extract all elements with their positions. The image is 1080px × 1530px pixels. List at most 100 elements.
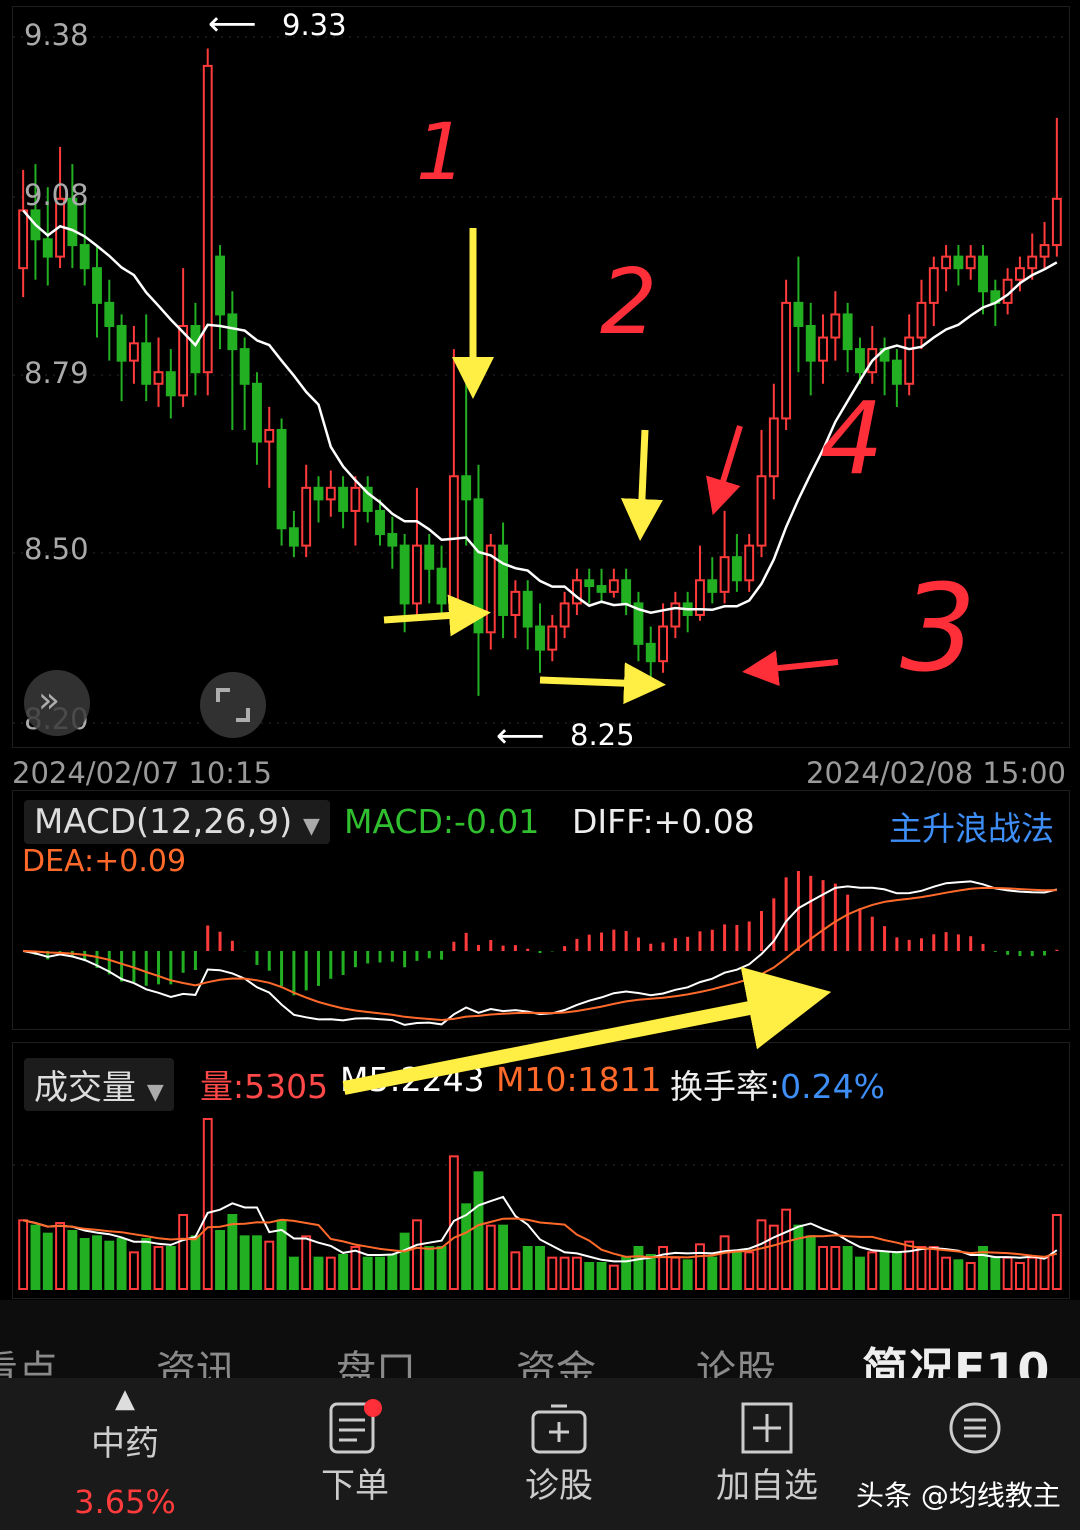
candle-body <box>387 533 398 547</box>
dropdown-icon: ▼ <box>146 1080 164 1105</box>
candle-body <box>165 371 176 397</box>
volume-bar <box>399 1232 410 1291</box>
volume-bar <box>744 1251 755 1290</box>
volume-bar <box>670 1256 681 1291</box>
volume-bar <box>510 1251 521 1290</box>
candle-body <box>830 313 841 339</box>
candle-body <box>793 301 804 327</box>
strategy-link[interactable]: 主升浪战法 <box>889 802 1054 850</box>
candle-body <box>756 475 767 547</box>
volume-bar <box>42 1232 53 1291</box>
diagnose-button[interactable]: 诊股 <box>494 1398 624 1507</box>
expand-left-button[interactable]: » <box>24 670 90 736</box>
tab-discussion[interactable]: 论股 <box>696 1338 776 1378</box>
volume-bar <box>412 1219 422 1290</box>
candle-body <box>461 475 472 501</box>
candle-body <box>953 255 964 270</box>
fullscreen-button[interactable] <box>200 672 266 738</box>
tab-news[interactable]: 资讯 <box>156 1338 236 1378</box>
turnover-rate: 换手率:0.24% <box>670 1060 885 1108</box>
volume-bar <box>559 1256 570 1291</box>
dropdown-icon: ▼ <box>303 814 320 839</box>
candle-body <box>276 429 287 530</box>
candle-body <box>412 544 422 605</box>
volume-bar <box>18 1219 29 1290</box>
price-label-3: 8.79 <box>24 356 89 390</box>
volume-bar <box>264 1240 275 1291</box>
volume-bar <box>731 1251 742 1290</box>
volume-bar <box>965 1262 976 1290</box>
volume-bar <box>793 1224 804 1291</box>
volume-bar <box>916 1246 927 1290</box>
candle-body <box>768 417 779 478</box>
candle-body <box>288 527 299 547</box>
volume-bar <box>879 1251 890 1290</box>
candle-body <box>18 209 29 270</box>
volume-bar <box>301 1235 312 1290</box>
volume-bar <box>867 1251 878 1290</box>
macd-selector[interactable]: MACD(12,26,9) ▼ <box>24 800 330 844</box>
candle-body <box>42 238 53 258</box>
volume-bar <box>645 1254 656 1290</box>
turnover-label: 换手率: <box>670 1067 781 1106</box>
volume-bar <box>239 1235 250 1290</box>
candle-body <box>128 342 139 362</box>
tab-capital[interactable]: 资金 <box>516 1338 596 1378</box>
tab-highlights[interactable]: 看点 <box>0 1338 58 1378</box>
volume-bar <box>1027 1256 1038 1291</box>
volume-bar <box>633 1246 644 1290</box>
dea-line <box>23 886 1057 1022</box>
volume-bar <box>485 1224 496 1291</box>
volume-bar <box>338 1254 349 1290</box>
volume-bar <box>953 1259 964 1290</box>
candle-body <box>227 313 238 351</box>
volume-bar <box>104 1240 115 1291</box>
candle-body <box>325 486 336 501</box>
stock-switch-button[interactable]: ▲ 中药 3.65% <box>60 1384 190 1521</box>
volume-bar <box>904 1240 915 1291</box>
candle-body <box>190 324 201 374</box>
candle-body <box>436 567 447 605</box>
candle-body <box>928 267 939 304</box>
volume-bar <box>547 1256 558 1291</box>
volume-bar <box>165 1246 176 1290</box>
volume-bar <box>436 1246 447 1290</box>
volume-selector[interactable]: 成交量 ▼ <box>24 1058 174 1111</box>
macd-selector-label: MACD(12,26,9) <box>34 802 293 842</box>
volume-bar <box>695 1243 705 1290</box>
volume-bar <box>153 1246 164 1290</box>
candle-body <box>608 579 619 593</box>
volume-bar <box>682 1259 693 1290</box>
volume-bar <box>818 1246 828 1290</box>
volume-bar <box>719 1235 730 1290</box>
candle-body <box>842 313 853 351</box>
volume-bar <box>805 1235 816 1290</box>
order-button[interactable]: 下单 <box>290 1398 420 1507</box>
candle-body <box>559 602 570 628</box>
price-label-4: 8.50 <box>24 532 89 566</box>
volume-bar <box>30 1224 41 1291</box>
volume-bar <box>855 1256 865 1291</box>
volume-bar <box>67 1230 78 1290</box>
end-date: 2024/02/08 15:00 <box>806 756 1066 790</box>
volume-bar <box>325 1256 336 1291</box>
volume-bar <box>178 1214 189 1290</box>
add-watchlist-button[interactable]: 加自选 <box>702 1398 832 1507</box>
candle-body <box>1051 197 1062 247</box>
functions-button[interactable] <box>910 1398 1040 1458</box>
volume-bar <box>362 1256 373 1291</box>
volume-bar <box>842 1246 853 1290</box>
low-arrow-icon: ⟵ <box>496 716 545 756</box>
diagnose-label: 诊股 <box>525 1466 593 1506</box>
tab-profile-f10[interactable]: 简况F10 <box>862 1334 1049 1378</box>
candle-body <box>547 625 558 651</box>
diff-line <box>23 880 1058 1026</box>
candle-body <box>116 324 127 362</box>
volume-bar <box>79 1238 90 1290</box>
candle-body <box>621 579 632 605</box>
candle-body <box>264 429 275 443</box>
turnover-value: 0.24% <box>780 1067 885 1106</box>
low-price-label: 8.25 <box>570 718 635 752</box>
tab-orderbook[interactable]: 盘口 <box>336 1338 416 1378</box>
volume-bar <box>227 1214 238 1290</box>
